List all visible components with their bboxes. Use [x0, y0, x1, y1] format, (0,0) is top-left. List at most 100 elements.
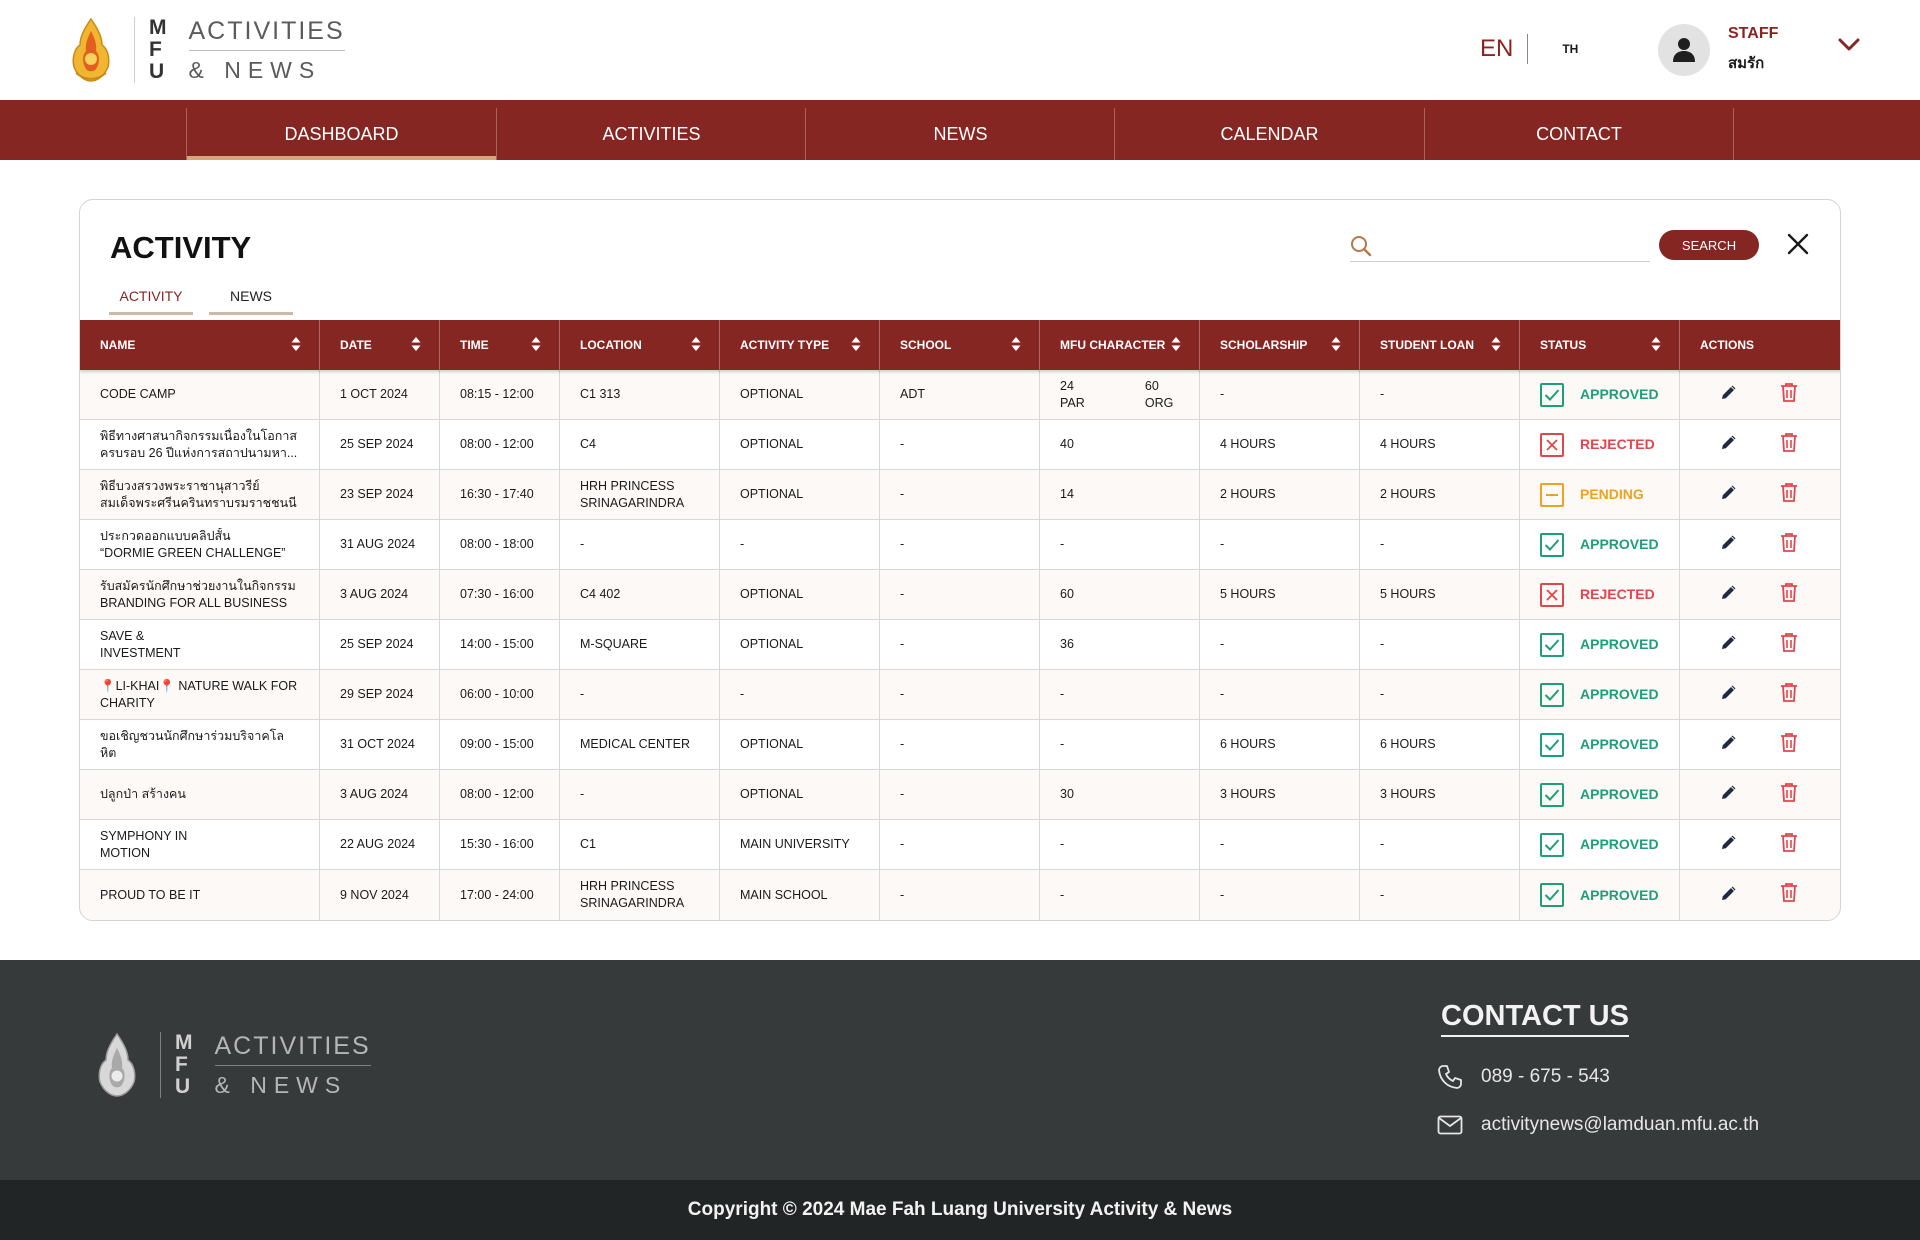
- cell-status: APPROVED: [1520, 820, 1680, 869]
- phone-icon: [1438, 1065, 1462, 1089]
- cell-text: 40: [1060, 437, 1074, 451]
- trash-icon[interactable]: [1780, 682, 1798, 708]
- pencil-icon[interactable]: [1720, 483, 1738, 506]
- cell-status: APPROVED: [1520, 770, 1680, 819]
- university-crest-icon: [98, 1032, 136, 1097]
- column-header-activity-type[interactable]: ACTIVITY TYPE: [720, 320, 880, 370]
- sort-icon[interactable]: [1491, 336, 1501, 355]
- cell-name: ประกวดออกแบบคลิปสั้น “DORMIE GREEN CHALLE…: [80, 520, 320, 569]
- cell-activity-type: OPTIONAL: [720, 370, 880, 419]
- column-header-student-loan[interactable]: STUDENT LOAN: [1360, 320, 1520, 370]
- close-icon[interactable]: [1786, 232, 1810, 256]
- cell-actions: [1680, 620, 1840, 669]
- column-header-status[interactable]: STATUS: [1520, 320, 1680, 370]
- pencil-icon[interactable]: [1720, 884, 1738, 907]
- table-row[interactable]: ปลูกป่า สร้างคน 3 AUG 2024 08:00 - 12:00- O…: [80, 770, 1840, 820]
- column-label: LOCATION: [580, 338, 642, 352]
- header: M F U ACTIVITIES & NEWS EN TH STAFF สมรั…: [0, 0, 1920, 100]
- chevron-down-icon[interactable]: [1838, 38, 1860, 52]
- column-header-actions: ACTIONS: [1680, 320, 1840, 370]
- pencil-icon[interactable]: [1720, 583, 1738, 606]
- sort-icon[interactable]: [291, 336, 301, 355]
- table-row[interactable]: SAVE & INVESTMENT 25 SEP 2024 14:00 - 15:00…: [80, 620, 1840, 670]
- trash-icon[interactable]: [1780, 432, 1798, 458]
- cell-mfu-character: 40: [1040, 420, 1200, 469]
- tab-activity[interactable]: ACTIVITY: [109, 288, 193, 315]
- table-row[interactable]: PROUD TO BE IT 9 NOV 2024 17:00 - 24:00 HRH…: [80, 870, 1840, 920]
- mail-icon: [1437, 1115, 1463, 1135]
- cell-time: 08:00 - 12:00: [440, 770, 560, 819]
- nav-news[interactable]: NEWS: [805, 108, 1115, 160]
- pencil-icon[interactable]: [1720, 533, 1738, 556]
- sort-icon[interactable]: [691, 336, 701, 355]
- lang-en-button[interactable]: EN: [1480, 35, 1513, 63]
- cell-scholarship: 3 HOURS: [1200, 770, 1360, 819]
- cell-name: SAVE & INVESTMENT: [80, 620, 320, 669]
- cell-text: C4: [580, 437, 596, 451]
- pencil-icon[interactable]: [1720, 383, 1738, 406]
- sort-icon[interactable]: [851, 336, 861, 355]
- table-row[interactable]: ประกวดออกแบบคลิปสั้น “DORMIE GREEN CHALLE…: [80, 520, 1840, 570]
- lang-divider: [1527, 34, 1529, 64]
- user-menu[interactable]: STAFF สมรัก: [1658, 24, 1778, 76]
- tab-news[interactable]: NEWS: [209, 288, 293, 315]
- table-row[interactable]: ขอเชิญชวนนักศึกษาร่วมบริจาคโล หิต 31 OCT 2…: [80, 720, 1840, 770]
- cell-activity-type: MAIN SCHOOL: [720, 870, 880, 920]
- cell-text: พิธีทางศาสนากิจกรรมเนื่องในโอกาส: [100, 428, 298, 443]
- pencil-icon[interactable]: [1720, 433, 1738, 456]
- nav-calendar[interactable]: CALENDAR: [1114, 108, 1424, 160]
- column-header-time[interactable]: TIME: [440, 320, 560, 370]
- table-row[interactable]: พิธีทางศาสนากิจกรรมเนื่องในโอกาส ครบรอบ 2…: [80, 420, 1840, 470]
- avatar[interactable]: [1658, 24, 1710, 76]
- trash-icon[interactable]: [1780, 832, 1798, 858]
- nav-activities[interactable]: ACTIVITIES: [496, 108, 806, 160]
- status-badge: APPROVED: [1580, 686, 1659, 702]
- sort-icon[interactable]: [1011, 336, 1021, 355]
- column-header-school[interactable]: SCHOOL: [880, 320, 1040, 370]
- trash-icon[interactable]: [1780, 732, 1798, 758]
- pencil-icon[interactable]: [1720, 783, 1738, 806]
- cell-actions: [1680, 720, 1840, 769]
- contact-email[interactable]: activitynews@lamduan.mfu.ac.th: [1437, 1114, 1759, 1136]
- cell-student-loan: 2 HOURS: [1360, 470, 1520, 519]
- pencil-icon[interactable]: [1720, 633, 1738, 656]
- activity-panel: ACTIVITY SEARCH ACTIVITY NEWS NAME DATE TI…: [79, 199, 1841, 921]
- cell-date: 22 AUG 2024: [320, 820, 440, 869]
- column-header-location[interactable]: LOCATION: [560, 320, 720, 370]
- table-row[interactable]: พิธีบวงสรวงพระราชานุสาวรีย์ สมเด็จพระศรีน…: [80, 470, 1840, 520]
- trash-icon[interactable]: [1780, 382, 1798, 408]
- lang-th-button[interactable]: TH: [1542, 42, 1596, 56]
- pencil-icon[interactable]: [1720, 733, 1738, 756]
- copyright: Copyright © 2024 Mae Fah Luang Universit…: [0, 1180, 1920, 1240]
- cell-text: หิต: [100, 745, 117, 760]
- footer-logo[interactable]: M F U ACTIVITIES & NEWS: [96, 1030, 371, 1100]
- trash-icon[interactable]: [1780, 532, 1798, 558]
- sort-icon[interactable]: [531, 336, 541, 355]
- trash-icon[interactable]: [1780, 632, 1798, 658]
- trash-icon[interactable]: [1780, 882, 1798, 908]
- trash-icon[interactable]: [1780, 582, 1798, 608]
- search-input[interactable]: [1380, 231, 1650, 260]
- table-row[interactable]: SYMPHONY IN MOTION 22 AUG 2024 15:30 - 16:0…: [80, 820, 1840, 870]
- column-header-date[interactable]: DATE: [320, 320, 440, 370]
- site-logo[interactable]: M F U ACTIVITIES & NEWS: [70, 14, 345, 86]
- column-header-mfu-character[interactable]: MFU CHARACTER: [1040, 320, 1200, 370]
- column-header-scholarship[interactable]: SCHOLARSHIP: [1200, 320, 1360, 370]
- column-header-name[interactable]: NAME: [80, 320, 320, 370]
- nav-dashboard[interactable]: DASHBOARD: [186, 108, 496, 160]
- contact-phone[interactable]: 089 - 675 - 543: [1437, 1064, 1610, 1090]
- table-row[interactable]: CODE CAMP 1 OCT 2024 08:15 - 12:00 C1 313 OP…: [80, 370, 1840, 420]
- pencil-icon[interactable]: [1720, 683, 1738, 706]
- search-button[interactable]: SEARCH: [1659, 230, 1759, 260]
- cell-date: 29 SEP 2024: [320, 670, 440, 719]
- sort-icon[interactable]: [1171, 336, 1181, 355]
- table-row[interactable]: รับสมัครนักศึกษาช่วยงานในกิจกรรม BRANDING…: [80, 570, 1840, 620]
- sort-icon[interactable]: [1331, 336, 1341, 355]
- nav-contact[interactable]: CONTACT: [1424, 108, 1734, 160]
- trash-icon[interactable]: [1780, 482, 1798, 508]
- table-row[interactable]: 📍LI-KHAI📍 NATURE WALK FOR CHARITY 29 SEP 2…: [80, 670, 1840, 720]
- sort-icon[interactable]: [1651, 336, 1661, 355]
- pencil-icon[interactable]: [1720, 833, 1738, 856]
- trash-icon[interactable]: [1780, 782, 1798, 808]
- sort-icon[interactable]: [411, 336, 421, 355]
